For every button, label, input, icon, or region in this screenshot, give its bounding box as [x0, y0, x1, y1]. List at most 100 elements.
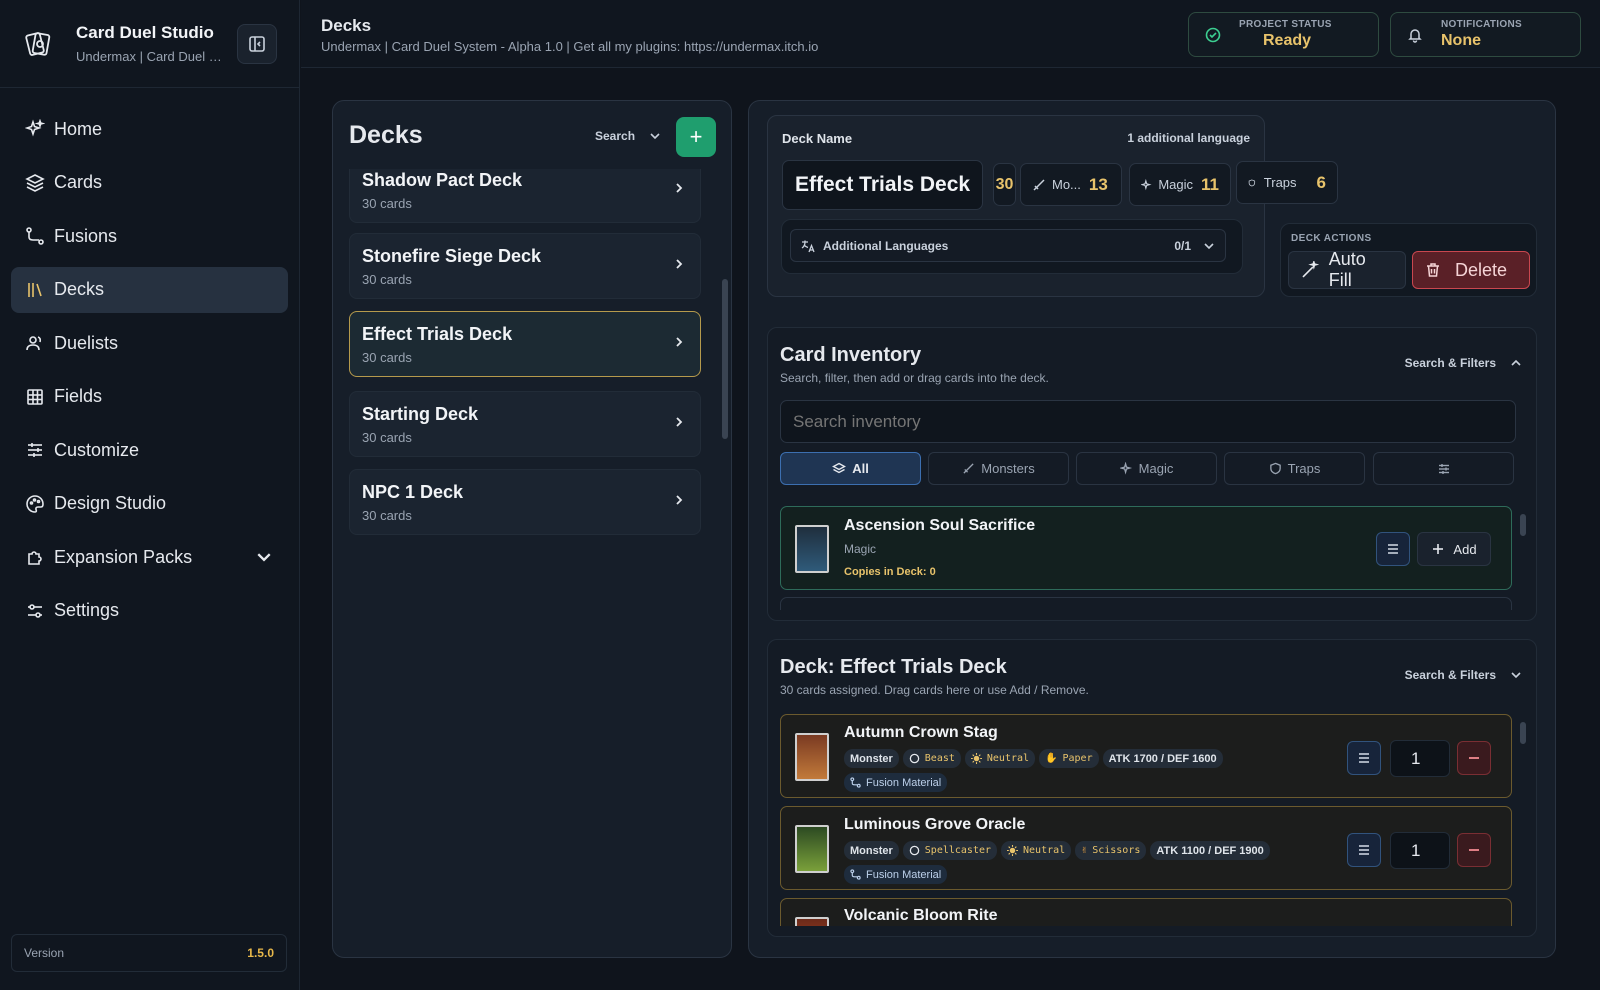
shield-icon — [1248, 179, 1256, 186]
inventory-search-input[interactable] — [780, 400, 1516, 443]
sidebar-item-label: Fusions — [54, 225, 118, 246]
deck-list: Shadow Pact Deck 30 cards Stonefire Sieg… — [349, 169, 701, 615]
deck-list-item[interactable]: Stonefire Siege Deck 30 cards — [349, 233, 701, 299]
delete-deck-button[interactable]: Delete — [1412, 251, 1530, 289]
card-name: Volcanic Bloom Rite — [844, 907, 998, 924]
deck-contents-subtitle: 30 cards assigned. Drag cards here or us… — [780, 683, 1089, 697]
library-icon — [28, 282, 42, 297]
inventory-card-row[interactable] — [780, 597, 1512, 610]
deck-card-row[interactable]: Autumn Crown Stag Monster Beast Neutral … — [780, 714, 1512, 798]
card-details-button[interactable] — [1347, 833, 1381, 867]
filter-tab-all[interactable]: All — [780, 452, 921, 485]
card-stats-tag: ATK 1700 / DEF 1600 — [1102, 749, 1223, 768]
deck-list-item[interactable]: Starting Deck 30 cards — [349, 391, 701, 457]
wand-icon — [1302, 261, 1319, 278]
deck-name-input[interactable]: Effect Trials Deck — [782, 160, 983, 210]
sidebar-item-settings[interactable]: Settings — [11, 588, 288, 634]
deck-list-item[interactable]: NPC 1 Deck 30 cards — [349, 469, 701, 535]
fusion-material-label: Fusion Material — [866, 776, 942, 789]
card-details-button[interactable] — [1376, 532, 1410, 566]
filter-tab-label: Traps — [1287, 461, 1321, 476]
sidebar-item-label: Fields — [54, 386, 103, 406]
sidebar-item-label: Cards — [54, 172, 103, 192]
card-details-button[interactable] — [1347, 741, 1381, 775]
traps-label: Traps — [1263, 175, 1297, 190]
deck-card-row[interactable]: Volcanic Bloom Rite — [780, 898, 1512, 926]
monsters-value: 13 — [1088, 174, 1108, 194]
minus-icon — [1469, 757, 1479, 759]
card-logo-icon — [25, 31, 51, 56]
sidebar-item-customize[interactable]: Customize — [11, 427, 288, 473]
deck-name: NPC 1 Deck — [362, 482, 464, 502]
puzzle-icon — [28, 551, 42, 565]
sidebar-item-fields[interactable]: Fields — [11, 374, 288, 420]
deck-card-count: 30 cards — [362, 350, 412, 365]
circle-icon — [909, 845, 920, 856]
deck-editor-panel: Deck Name 1 additional language Effect T… — [748, 100, 1556, 958]
notifications-badge[interactable]: NOTIFICATIONS None — [1390, 12, 1581, 57]
remove-card-button[interactable] — [1457, 833, 1491, 867]
chevron-down-icon — [257, 553, 271, 562]
additional-language-note: 1 additional language — [1127, 131, 1250, 145]
filter-tab-advanced[interactable] — [1373, 452, 1514, 485]
sidebar-item-design-studio[interactable]: Design Studio — [11, 481, 288, 527]
remove-card-button[interactable] — [1457, 741, 1491, 775]
brand-header: Card Duel Studio Undermax | Card Duel S.… — [0, 0, 299, 88]
fusion-material-tag: Fusion Material — [844, 865, 948, 884]
notifications-label: NOTIFICATIONS — [1441, 19, 1522, 30]
add-card-button[interactable]: Add — [1417, 532, 1491, 566]
sidebar-item-fusions[interactable]: Fusions — [11, 213, 288, 259]
magic-label: Magic — [1158, 177, 1194, 192]
card-attribute-tag: Neutral — [1001, 841, 1072, 860]
sidebar-item-duelists[interactable]: Duelists — [11, 320, 288, 366]
palette-icon — [26, 494, 44, 513]
sparkle-icon — [1119, 462, 1132, 475]
deck-list-scrollbar[interactable] — [722, 279, 728, 439]
deck-total-value: 30 — [995, 175, 1014, 193]
page-title: Decks — [321, 16, 372, 35]
card-fusion-wrap: Fusion Material — [844, 773, 951, 793]
sidebar-item-cards[interactable]: Cards — [11, 160, 288, 206]
deck-filters-toggle[interactable]: Search & Filters — [1405, 668, 1522, 682]
deck-search-dropdown[interactable]: Search — [595, 129, 661, 143]
deck-name: Effect Trials Deck — [362, 324, 513, 344]
card-inventory-section: Card Inventory Search, filter, then add … — [767, 327, 1537, 621]
deck-list-item[interactable]: Shadow Pact Deck 30 cards — [349, 169, 701, 223]
card-quantity-input[interactable]: 1 — [1390, 832, 1450, 869]
deck-card-count: 30 cards — [362, 430, 412, 445]
notifications-value: None — [1441, 32, 1481, 49]
sparkle-icon — [1141, 178, 1152, 190]
additional-languages-dropdown[interactable]: Additional Languages 0/1 — [790, 229, 1226, 262]
inventory-filters-toggle[interactable]: Search & Filters — [1405, 356, 1522, 370]
chevron-right-icon — [676, 337, 683, 347]
card-inventory-title: Card Inventory — [780, 344, 922, 366]
card-quantity-input[interactable]: 1 — [1390, 740, 1450, 777]
card-race-label: Beast — [924, 753, 955, 764]
sun-icon — [970, 753, 982, 764]
filter-tab-magic[interactable]: Magic — [1076, 452, 1217, 485]
card-race-tag: Beast — [902, 749, 961, 768]
inventory-scrollbar[interactable] — [1520, 514, 1526, 536]
deck-card-row[interactable]: Luminous Grove Oracle Monster Spellcaste… — [780, 806, 1512, 890]
card-hand-tag: ✋ Paper — [1039, 749, 1099, 768]
chevron-up-icon — [1511, 359, 1521, 366]
card-thumbnail — [795, 733, 829, 781]
add-deck-button[interactable]: + — [676, 117, 716, 157]
card-type: Magic — [844, 542, 877, 556]
sidebar-item-home[interactable]: Home — [11, 106, 288, 152]
layers-icon — [832, 462, 847, 473]
deck-list-item-selected[interactable]: Effect Trials Deck 30 cards — [349, 311, 701, 377]
card-hand-tag: ✌ Scissors — [1075, 841, 1147, 860]
chevron-right-icon — [676, 495, 683, 505]
filter-tab-traps[interactable]: Traps — [1224, 452, 1365, 485]
sidebar-item-label: Home — [54, 118, 103, 139]
sidebar-item-decks[interactable]: Decks — [11, 266, 288, 313]
deck-list-scrollbar[interactable] — [1520, 722, 1526, 744]
filter-tab-monsters[interactable]: Monsters — [928, 452, 1069, 485]
additional-languages-count: 0/1 — [1174, 238, 1191, 253]
sidebar-collapse-button[interactable] — [237, 23, 277, 64]
sidebar-item-label: Decks — [54, 279, 105, 299]
inventory-card-row[interactable]: Ascension Soul Sacrifice Magic Copies in… — [780, 506, 1512, 590]
auto-fill-button[interactable]: Auto Fill — [1288, 249, 1406, 290]
sidebar-item-expansion-packs[interactable]: Expansion Packs — [11, 534, 288, 580]
